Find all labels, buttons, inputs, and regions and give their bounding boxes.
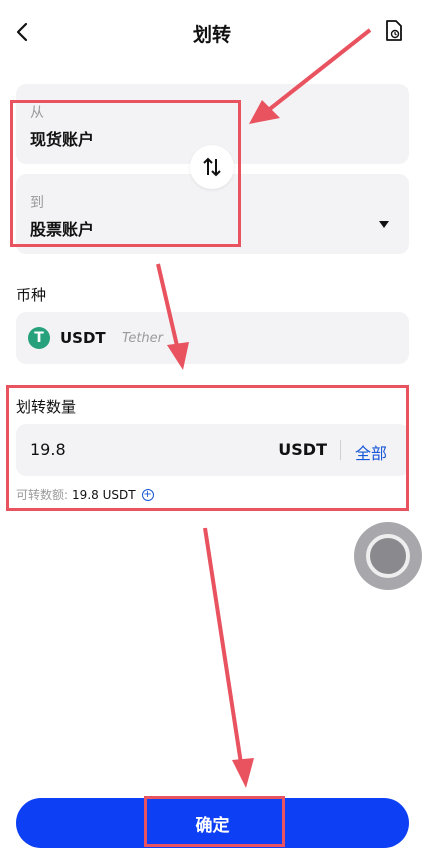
page-title: 划转	[192, 24, 231, 46]
header: 划转	[0, 0, 424, 64]
tether-icon: T	[28, 327, 50, 349]
coin-symbol: USDT	[60, 329, 106, 347]
document-clock-icon	[386, 20, 402, 41]
assistive-touch-icon	[366, 534, 410, 578]
annotation-box-confirm	[144, 796, 285, 847]
annotation-arrow	[203, 527, 244, 771]
annotation-box-accounts	[10, 100, 241, 247]
coin-selector[interactable]: T USDT Tether	[16, 312, 409, 364]
caret-down-icon	[379, 221, 389, 228]
annotation-arrow-head	[232, 758, 254, 788]
coin-section-label: 币种	[16, 286, 47, 304]
annotation-box-amount	[6, 385, 409, 511]
history-button[interactable]	[384, 20, 406, 44]
coin-name: Tether	[122, 331, 164, 346]
floating-assistive-button[interactable]	[354, 522, 422, 590]
